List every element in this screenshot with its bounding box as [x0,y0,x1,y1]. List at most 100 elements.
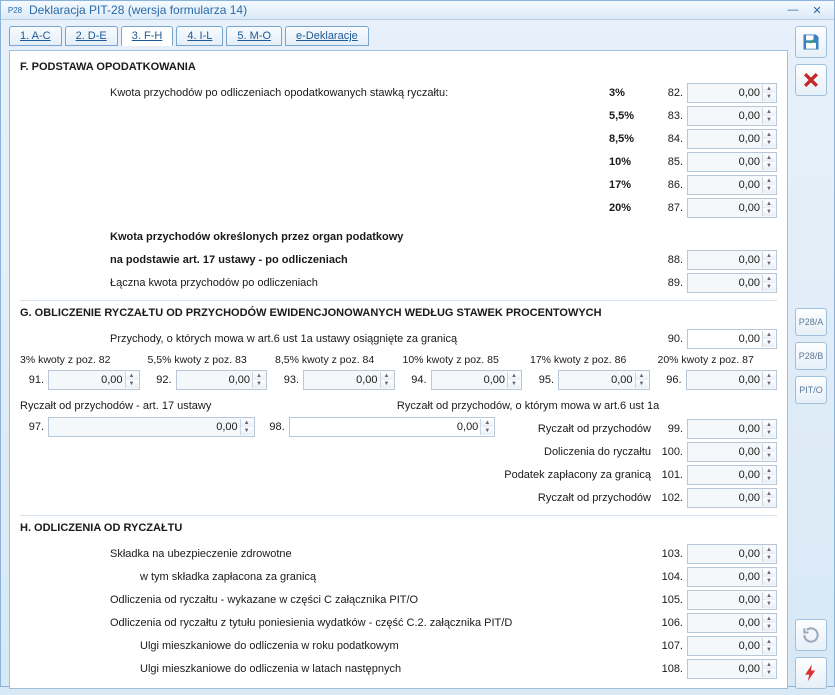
field-92[interactable]: 0,00▲▼ [176,370,268,390]
field-num-85: 85. [657,156,687,168]
rate-pct-85: 10% [609,156,657,168]
rate-pct-86: 17% [609,179,657,191]
rate-pct-87: 20% [609,202,657,214]
field-84[interactable]: 0,00▲▼ [687,129,777,149]
field-89[interactable]: 0,00▲▼ [687,273,777,293]
window-title: Deklaracja PIT-28 (wersja formularza 14) [29,3,780,17]
label-g-foreign: Przychody, o których mowa w art.6 ust 1a… [20,333,657,345]
g-header-1: 5,5% kwoty z poz. 83 [148,354,268,366]
tab-strip: 1. A-C 2. D-E 3. F-H 4. I-L 5. M-O e-Dek… [9,26,788,46]
field-num-92: 92. [148,374,172,386]
field-106[interactable]: 0,00▲▼ [687,613,777,633]
refresh-icon [801,625,821,645]
cancel-button[interactable] [795,64,827,96]
field-86[interactable]: 0,00▲▼ [687,175,777,195]
label-h-108: Ulgi mieszkaniowe do odliczenia w latach… [20,663,657,675]
p28a-button[interactable]: P28/A [795,308,827,336]
field-102[interactable]: 0,00▲▼ [687,488,777,508]
floppy-disk-icon [801,32,821,52]
label-f-organ1: Kwota przychodów określonych przez organ… [20,231,777,243]
app-window: P28 Deklaracja PIT-28 (wersja formularza… [0,0,835,687]
g-header-0: 3% kwoty z poz. 82 [20,354,140,366]
field-85[interactable]: 0,00▲▼ [687,152,777,172]
label-h-104: w tym składka zapłacona za granicą [20,571,657,583]
field-88[interactable]: 0,00▲▼ [687,250,777,270]
tab-5-mo[interactable]: 5. M-O [226,26,282,46]
field-100[interactable]: 0,00▲▼ [687,442,777,462]
minimize-button[interactable]: — [782,1,804,19]
field-91[interactable]: 0,00▲▼ [48,370,140,390]
pito-button[interactable]: PIT/O [795,376,827,404]
field-87[interactable]: 0,00▲▼ [687,198,777,218]
close-button[interactable]: ✕ [806,1,828,19]
tab-edeklaracje[interactable]: e-Deklaracje [285,26,369,46]
tab-1-ac[interactable]: 1. A-C [9,26,62,46]
label-h-106: Odliczenia od ryczałtu z tytułu poniesie… [20,617,657,629]
field-97[interactable]: 0,00▲▼ [48,417,255,437]
label-f-intro: Kwota przychodów po odliczeniach opodatk… [20,87,609,99]
field-num-87: 87. [657,202,687,214]
field-83[interactable]: 0,00▲▼ [687,106,777,126]
field-num-100: 100. [657,446,687,458]
field-107[interactable]: 0,00▲▼ [687,636,777,656]
g-header-3: 10% kwoty z poz. 85 [403,354,523,366]
field-num-94: 94. [403,374,427,386]
field-num-98: 98. [261,421,285,433]
label-g-101: Podatek zapłacony za granicą [501,469,657,481]
field-96[interactable]: 0,00▲▼ [686,370,778,390]
field-num-106: 106. [657,617,687,629]
spin-down-icon[interactable]: ▼ [762,93,775,101]
field-105[interactable]: 0,00▲▼ [687,590,777,610]
form-panel: F. PODSTAWA OPODATKOWANIA Kwota przychod… [9,50,788,689]
field-num-96: 96. [658,374,682,386]
app-icon: P28 [7,2,23,18]
label-g-art17: Ryczałt od przychodów - art. 17 ustawy [20,400,391,412]
lightning-icon [801,663,821,683]
field-104[interactable]: 0,00▲▼ [687,567,777,587]
field-num-95: 95. [530,374,554,386]
p28b-button[interactable]: P28/B [795,342,827,370]
field-98[interactable]: 0,00▲▼ [289,417,496,437]
g-header-5: 20% kwoty z poz. 87 [658,354,778,366]
field-num-88: 88. [657,254,687,266]
field-101[interactable]: 0,00▲▼ [687,465,777,485]
label-g-art6: Ryczałt od przychodów, o którym mowa w a… [397,400,777,412]
x-icon [801,70,821,90]
label-f-organ2: na podstawie art. 17 ustawy - po odlicze… [20,254,657,266]
field-94[interactable]: 0,00▲▼ [431,370,523,390]
field-num-102: 102. [657,492,687,504]
field-108[interactable]: 0,00▲▼ [687,659,777,679]
rate-pct-83: 5,5% [609,110,657,122]
label-h-107: Ulgi mieszkaniowe do odliczenia w roku p… [20,640,657,652]
field-num-93: 93. [275,374,299,386]
refresh-button[interactable] [795,619,827,651]
field-num-108: 108. [657,663,687,675]
spin-up-icon[interactable]: ▲ [762,85,775,93]
save-button[interactable] [795,26,827,58]
label-g-102: Ryczałt od przychodów [501,492,657,504]
section-h-title: H. ODLICZENIA OD RYCZAŁTU [20,522,777,534]
label-g-100: Doliczenia do ryczałtu [501,446,657,458]
field-num-84: 84. [657,133,687,145]
field-93[interactable]: 0,00▲▼ [303,370,395,390]
field-num-89: 89. [657,277,687,289]
field-num-103: 103. [657,548,687,560]
g-header-2: 8,5% kwoty z poz. 84 [275,354,395,366]
rate-pct-82: 3% [609,87,657,99]
field-95[interactable]: 0,00▲▼ [558,370,650,390]
field-num-86: 86. [657,179,687,191]
field-90[interactable]: 0,00▲▼ [687,329,777,349]
tab-3-fh[interactable]: 3. F-H [121,26,174,46]
field-num-105: 105. [657,594,687,606]
lightning-button[interactable] [795,657,827,689]
field-103[interactable]: 0,00▲▼ [687,544,777,564]
tab-2-de[interactable]: 2. D-E [65,26,118,46]
field-99[interactable]: 0,00▲▼ [687,419,777,439]
field-num-101: 101. [657,469,687,481]
label-h-103: Składka na ubezpieczenie zdrowotne [20,548,657,560]
field-num-82: 82. [657,87,687,99]
tab-4-il[interactable]: 4. I-L [176,26,223,46]
field-82[interactable]: 0,00▲▼ [687,83,777,103]
rate-pct-84: 8,5% [609,133,657,145]
g-header-4: 17% kwoty z poz. 86 [530,354,650,366]
